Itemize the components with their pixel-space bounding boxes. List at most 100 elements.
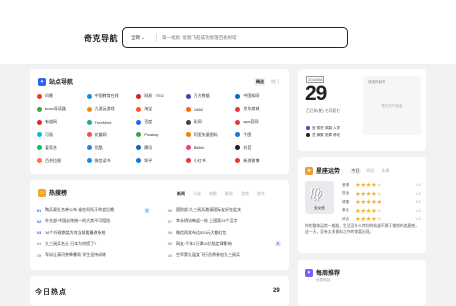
weather-empty-text: 暂无天气信息 bbox=[381, 104, 403, 108]
search-bar[interactable]: 全网 ⌄ bbox=[122, 27, 348, 48]
hot-tab[interactable]: 游戏 bbox=[241, 191, 249, 197]
site-link[interactable]: 京东商城 bbox=[235, 105, 285, 114]
site-link[interactable]: 淘宝 bbox=[136, 105, 186, 114]
site-link[interactable]: 可画 bbox=[37, 131, 87, 140]
tab-featured[interactable]: 精选 bbox=[254, 78, 266, 86]
site-link[interactable]: 花瓣网 bbox=[86, 131, 137, 140]
hot-item-title: 网友:千年2万律24亿陪定律影响 bbox=[176, 240, 232, 246]
site-link[interactable]: 彩网 bbox=[185, 118, 236, 127]
site-link[interactable]: bubu导读器 bbox=[37, 105, 87, 114]
site-link-label: bubu导读器 bbox=[45, 106, 66, 112]
site-link-label: 知乎 bbox=[144, 157, 153, 163]
site-favicon-icon bbox=[86, 93, 92, 99]
daily-hot-label: 今日热点 bbox=[35, 289, 67, 296]
site-favicon-icon bbox=[37, 132, 42, 138]
rating-label: 健康 bbox=[342, 199, 350, 204]
hot-list: 01 陶兵观礼名单公布 谁在阿托汗命会后晚热 06 国防部:九三阅兵邀请国际友好在此关… bbox=[36, 206, 281, 259]
site-nav-title-text: 站点导航 bbox=[49, 80, 74, 86]
site-link-label: 花瓣网 bbox=[94, 131, 107, 137]
hot-tab[interactable]: 电影 bbox=[209, 191, 217, 197]
hot-tab[interactable]: 综艺 bbox=[257, 191, 265, 197]
site-link[interactable]: Pixabay bbox=[136, 131, 186, 140]
site-link[interactable]: 百合拉图 bbox=[37, 156, 87, 165]
site-link[interactable]: wps官网 bbox=[235, 118, 285, 127]
site-link[interactable]: 万方数据 bbox=[185, 92, 236, 101]
inauspicious-icon bbox=[306, 133, 310, 137]
hot-list-item[interactable]: 01 陶兵观礼名单公布 谁在阿托汗命会后晚 热 bbox=[36, 206, 150, 214]
site-link[interactable]: Bilibili bbox=[185, 144, 236, 153]
site-favicon-icon bbox=[235, 158, 241, 164]
site-nav-tabs: 精选 热门 bbox=[254, 78, 281, 86]
site-favicon-icon bbox=[185, 132, 191, 138]
hot-rank: 04 bbox=[36, 241, 42, 247]
tab-popular[interactable]: 热门 bbox=[269, 78, 281, 86]
hot-list-item[interactable]: 03 16个外观燃烧为何当前要最改系统 bbox=[36, 229, 150, 237]
horoscope-title-text: 星座运势 bbox=[316, 169, 341, 175]
hot-list-item[interactable]: 09 网友:千年2万律24亿陪定律影响 热 bbox=[167, 240, 281, 248]
site-favicon-icon bbox=[86, 145, 92, 151]
site-link[interactable]: 优酷 bbox=[86, 144, 137, 153]
site-favicon-icon bbox=[86, 132, 92, 138]
search-input[interactable] bbox=[162, 35, 342, 40]
zodiac-sign-select[interactable]: ♍ 处女座 bbox=[305, 181, 334, 214]
tab-today[interactable]: 今日 bbox=[350, 168, 361, 174]
site-favicon-icon bbox=[37, 145, 42, 151]
hot-list-item[interactable]: 06 国防部:九三阅兵邀请国际友好在此关 bbox=[167, 206, 281, 214]
site-favicon-icon bbox=[185, 106, 191, 112]
site-link[interactable]: 抖音 bbox=[235, 144, 285, 153]
site-link[interactable]: 百度 bbox=[136, 118, 186, 127]
city-select-label[interactable]: 请选择城市 bbox=[368, 80, 386, 85]
weekly-recommend-title-text: 每周推荐 bbox=[316, 271, 341, 277]
hot-list-item[interactable]: 07 李永明访韩返一轮 上国家24个汉字 bbox=[167, 217, 281, 225]
rating-label: 爱情 bbox=[342, 182, 350, 187]
weather-panel[interactable]: 请选择城市 暂无天气信息 bbox=[363, 76, 421, 135]
hot-tab[interactable]: 影视 bbox=[225, 191, 233, 197]
site-link[interactable]: 千图 bbox=[235, 131, 285, 140]
tab-tomorrow[interactable]: 明日 bbox=[365, 168, 376, 174]
horoscope-rating-row: 爱情 ★★★★★ 4.0 bbox=[342, 181, 421, 190]
site-nav-title: ✦ 站点导航 bbox=[38, 77, 73, 86]
site-link-label: 可画 bbox=[45, 131, 53, 137]
star-icon: ★ bbox=[305, 166, 313, 175]
hot-tab[interactable]: 新闻 bbox=[177, 191, 185, 197]
flame-icon: ♨ bbox=[38, 188, 46, 197]
site-link[interactable]: 中国教育在线 bbox=[86, 92, 137, 101]
daily-hot-number: 29 bbox=[273, 288, 280, 294]
site-link[interactable]: 1688 bbox=[185, 105, 236, 114]
site-link[interactable]: 九游云游戏 bbox=[86, 105, 137, 114]
site-link[interactable]: 爱奇艺 bbox=[37, 144, 87, 153]
site-link[interactable]: 小红书 bbox=[185, 156, 236, 165]
hot-rank: 08 bbox=[167, 230, 173, 236]
rating-stars-icon: ★★★★★ bbox=[355, 198, 407, 206]
hot-item-title: 陶兵观礼名单公布 谁在阿托汗命会后晚 bbox=[45, 207, 115, 212]
site-link[interactable]: 腾讯 bbox=[136, 144, 186, 153]
site-link[interactable]: 有道网 bbox=[37, 118, 87, 127]
site-link-label: Pixabay bbox=[144, 132, 159, 138]
hot-list-item[interactable]: 10 空军第九届女飞行员将参加九三阅兵 bbox=[167, 251, 281, 259]
site-link-label: 京东商城 bbox=[243, 106, 260, 112]
site-link[interactable]: 微信读书 bbox=[86, 156, 137, 165]
site-link[interactable]: 中国知网 bbox=[235, 92, 285, 101]
hot-list-item[interactable]: 02 外交部:中国必阵统一的大势不可阻挡 bbox=[36, 217, 150, 225]
calendar-card: 2025/08 29 乙巳年(蛇) 七月初七 宜 祭祀 求嗣 入学 忌 嫁娶 安… bbox=[298, 69, 426, 151]
hot-rank: 06 bbox=[167, 207, 173, 213]
site-logo[interactable]: 奇克导航 bbox=[84, 33, 118, 44]
tab-week[interactable]: 本周 bbox=[380, 168, 391, 174]
site-link[interactable]: 网易 · TED bbox=[136, 92, 186, 101]
site-favicon-icon bbox=[185, 119, 191, 125]
site-favicon-icon bbox=[37, 93, 42, 99]
hot-list-item[interactable]: 05 军训让清河突降暴雨 学生坚持训练 bbox=[36, 251, 150, 259]
hot-tab[interactable]: 小说 bbox=[193, 191, 201, 197]
site-link[interactable]: TreeMind bbox=[86, 118, 137, 127]
site-link[interactable]: 阿里矢量图标 bbox=[185, 131, 236, 140]
site-link[interactable]: 问鼎 bbox=[37, 92, 87, 101]
auspicious-text: 宜 祭祀 求嗣 入学 bbox=[312, 126, 341, 130]
hot-list-item[interactable]: 04 九三阅兵名丘 日本为何慌了? bbox=[36, 240, 150, 248]
hot-list-item[interactable]: 08 微信再发布达520元大额红包 bbox=[167, 229, 281, 237]
zodiac-sign-name: 处女座 bbox=[314, 206, 325, 210]
search-scope-select[interactable]: 全网 ⌄ bbox=[123, 35, 151, 41]
horoscope-rating-row: 财运 ★★★★★ 4.0 bbox=[342, 190, 421, 199]
rating-value: 4.0 bbox=[416, 208, 421, 213]
site-link[interactable]: 知乎 bbox=[136, 156, 186, 165]
site-link[interactable]: 新浪微博 bbox=[235, 156, 285, 165]
